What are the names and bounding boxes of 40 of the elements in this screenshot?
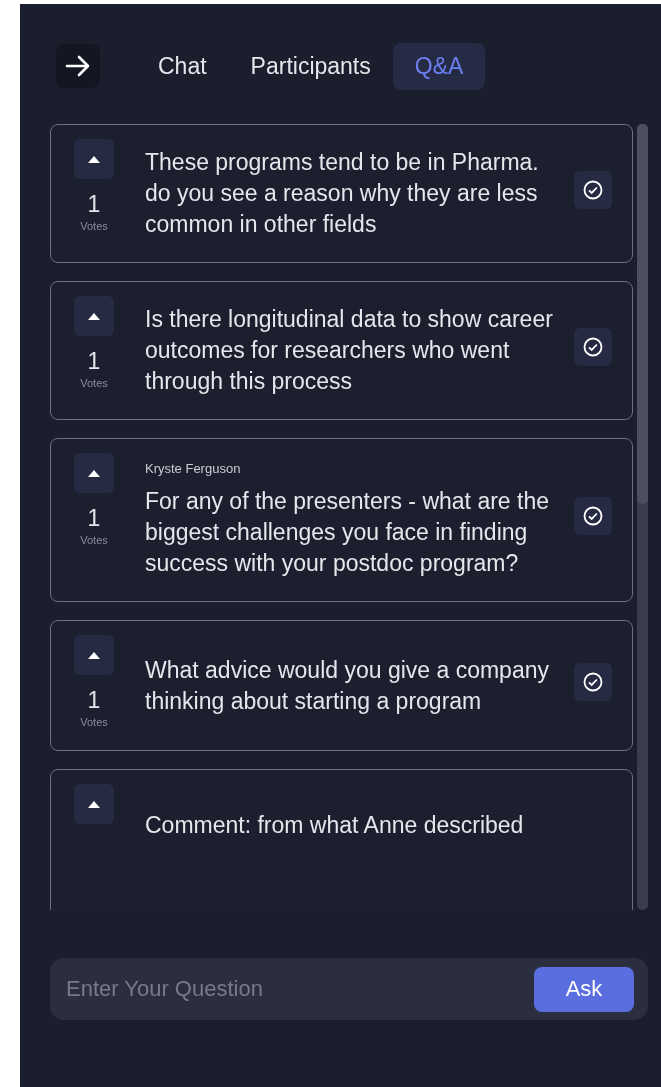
upvote-button[interactable] <box>74 453 114 493</box>
mark-answered-button[interactable] <box>574 170 612 209</box>
question-text: These programs tend to be in Pharma. do you see a reason why they are less common in other fields <box>145 148 540 239</box>
vote-count: 1 <box>87 348 101 374</box>
caret-up-icon <box>88 800 100 808</box>
vote-count: 1 <box>87 687 101 713</box>
check-circle-icon <box>583 506 603 526</box>
mark-answered-button[interactable] <box>574 327 612 366</box>
mark-answered-button[interactable] <box>574 662 612 701</box>
upvote-button[interactable] <box>74 784 114 824</box>
votes-label: Votes <box>80 377 108 389</box>
tab[interactable]: Q&A <box>392 42 486 90</box>
question-text: For any of the presenters - what are the biggest challenges you face in finding success with your postdoc program? <box>145 487 550 578</box>
ask-button[interactable]: Ask <box>534 966 634 1012</box>
caret-up-icon <box>88 155 100 163</box>
caret-up-icon <box>88 651 100 659</box>
question-field[interactable]: Enter Your Question Ask <box>50 958 648 1020</box>
vote-count: 1 <box>87 505 101 531</box>
check-circle-icon <box>583 671 603 692</box>
check-circle-icon <box>583 336 603 357</box>
upvote-button[interactable] <box>74 296 114 336</box>
question-text: Comment: from what Anne described <box>145 811 525 840</box>
upvote-button[interactable] <box>74 139 114 179</box>
check-circle-icon <box>583 179 603 200</box>
vote-count: 1 <box>87 191 101 217</box>
votes-label: Votes <box>80 534 108 546</box>
collapse-button[interactable] <box>56 44 100 88</box>
caret-up-icon <box>88 312 100 320</box>
arrow-right-icon <box>65 55 91 77</box>
tab[interactable]: Chat <box>136 42 229 90</box>
question-text: What advice would you give a company thinking about starting a program <box>145 655 550 716</box>
caret-up-icon <box>88 469 100 477</box>
question-text: Is there longitudinal data to show career outcomes for researchers who went through this process <box>145 305 554 396</box>
tab[interactable]: Participants <box>228 42 393 90</box>
mark-answered-button[interactable] <box>574 497 612 535</box>
author-name: Kryste Ferguson <box>145 461 242 476</box>
votes-label: Votes <box>80 716 108 728</box>
upvote-button[interactable] <box>74 635 114 675</box>
scrollbar[interactable] <box>637 124 648 910</box>
votes-label: Votes <box>80 220 108 232</box>
